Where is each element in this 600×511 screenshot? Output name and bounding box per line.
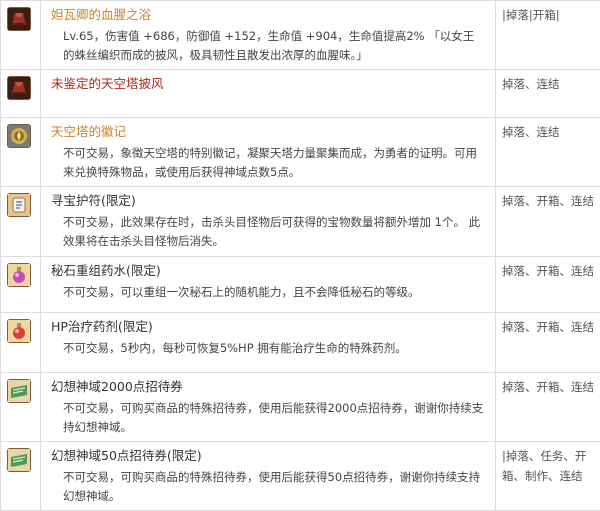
item-icon-cell bbox=[1, 70, 41, 118]
item-desc-cell: 幻想神域2000点招待券不可交易，可购买商品的特殊招待券，使用后能获得2000点… bbox=[41, 373, 496, 442]
item-desc-cell: 秘石重组药水(限定) 不可交易，可以重组一次秘石上的随机能力，且不会降低秘石的等级… bbox=[41, 257, 496, 313]
item-name: 秘石重组药水(限定) bbox=[51, 261, 485, 281]
item-name: 妲瓦卿的血腥之浴 bbox=[51, 5, 485, 25]
item-name: 天空塔的徽记 bbox=[51, 122, 485, 142]
item-table: 妲瓦卿的血腥之浴Lv.65，伤害值 +686，防御值 +152，生命值 +904… bbox=[0, 0, 600, 511]
item-source: 掉落、开箱、连结 bbox=[496, 313, 600, 373]
table-row: HP治疗药剂(限定) 不可交易，5秒内，每秒可恢复5%HP 拥有能治疗生命的特殊药… bbox=[1, 313, 600, 373]
item-description: 不可交易，可购买商品的特殊招待券，使用后能获得2000点招待券，谢谢你持续支持幻… bbox=[51, 399, 485, 437]
item-desc-cell: 寻宝护符(限定)不可交易，此效果存在时，击杀头目怪物后可获得的宝物数量将额外增加… bbox=[41, 187, 496, 257]
item-icon-cell bbox=[1, 442, 41, 511]
item-icon-cell bbox=[1, 257, 41, 313]
table-row: 幻想神域2000点招待券不可交易，可购买商品的特殊招待券，使用后能获得2000点… bbox=[1, 373, 600, 442]
hp-potion-icon bbox=[7, 319, 31, 343]
red-cloak-icon bbox=[7, 76, 31, 100]
item-table-body: 妲瓦卿的血腥之浴Lv.65，伤害值 +686，防御值 +152，生命值 +904… bbox=[1, 1, 600, 511]
item-source: 掉落、开箱、连结 bbox=[496, 373, 600, 442]
potion-icon bbox=[7, 263, 31, 287]
item-source: 掉落、开箱、连结 bbox=[496, 257, 600, 313]
item-name: HP治疗药剂(限定) bbox=[51, 317, 485, 337]
emblem-icon bbox=[7, 124, 31, 148]
table-row: 未鉴定的天空塔披风掉落、连结 bbox=[1, 70, 600, 118]
item-source: 掉落、连结 bbox=[496, 118, 600, 187]
item-source: |掉落、任务、开箱、制作、连结 bbox=[496, 442, 600, 511]
item-name: 幻想神域2000点招待券 bbox=[51, 377, 485, 397]
item-name: 幻想神域50点招待券(限定) bbox=[51, 446, 485, 466]
item-name: 未鉴定的天空塔披风 bbox=[51, 74, 485, 94]
item-desc-cell: HP治疗药剂(限定) 不可交易，5秒内，每秒可恢复5%HP 拥有能治疗生命的特殊药… bbox=[41, 313, 496, 373]
item-description: 不可交易，象徵天空塔的特别徽记，凝聚天塔力量聚集而成，为勇者的证明。可用来兑换特… bbox=[51, 144, 485, 182]
item-desc-cell: 幻想神域50点招待券(限定)不可交易，可购买商品的特殊招待券，使用后能获得50点… bbox=[41, 442, 496, 511]
item-icon-cell bbox=[1, 373, 41, 442]
red-cloak-icon bbox=[7, 7, 31, 31]
table-row: 天空塔的徽记不可交易，象徵天空塔的特别徽记，凝聚天塔力量聚集而成，为勇者的证明。… bbox=[1, 118, 600, 187]
item-description: 不可交易，此效果存在时，击杀头目怪物后可获得的宝物数量将额外增加 1个。 此效果… bbox=[51, 213, 485, 251]
ticket-icon bbox=[7, 448, 31, 472]
item-description: 不可交易，5秒内，每秒可恢复5%HP 拥有能治疗生命的特殊药剂。 bbox=[51, 339, 485, 358]
item-icon-cell bbox=[1, 313, 41, 373]
item-icon-cell bbox=[1, 118, 41, 187]
item-desc-cell: 妲瓦卿的血腥之浴Lv.65，伤害值 +686，防御值 +152，生命值 +904… bbox=[41, 1, 496, 70]
item-description: 不可交易，可购买商品的特殊招待券，使用后能获得50点招待券，谢谢你持续支持幻想神… bbox=[51, 468, 485, 506]
item-icon-cell bbox=[1, 1, 41, 70]
item-description: Lv.65，伤害值 +686，防御值 +152，生命值 +904，生命值提高2%… bbox=[51, 27, 485, 65]
amulet-icon bbox=[7, 193, 31, 217]
item-source: |掉落|开箱| bbox=[496, 1, 600, 70]
item-source: 掉落、开箱、连结 bbox=[496, 187, 600, 257]
table-row: 妲瓦卿的血腥之浴Lv.65，伤害值 +686，防御值 +152，生命值 +904… bbox=[1, 1, 600, 70]
item-source: 掉落、连结 bbox=[496, 70, 600, 118]
table-row: 秘石重组药水(限定) 不可交易，可以重组一次秘石上的随机能力，且不会降低秘石的等级… bbox=[1, 257, 600, 313]
item-name: 寻宝护符(限定) bbox=[51, 191, 485, 211]
item-description: 不可交易，可以重组一次秘石上的随机能力，且不会降低秘石的等级。 bbox=[51, 283, 485, 302]
item-desc-cell: 天空塔的徽记不可交易，象徵天空塔的特别徽记，凝聚天塔力量聚集而成，为勇者的证明。… bbox=[41, 118, 496, 187]
item-icon-cell bbox=[1, 187, 41, 257]
table-row: 寻宝护符(限定)不可交易，此效果存在时，击杀头目怪物后可获得的宝物数量将额外增加… bbox=[1, 187, 600, 257]
table-row: 幻想神域50点招待券(限定)不可交易，可购买商品的特殊招待券，使用后能获得50点… bbox=[1, 442, 600, 511]
ticket-icon bbox=[7, 379, 31, 403]
item-desc-cell: 未鉴定的天空塔披风 bbox=[41, 70, 496, 118]
